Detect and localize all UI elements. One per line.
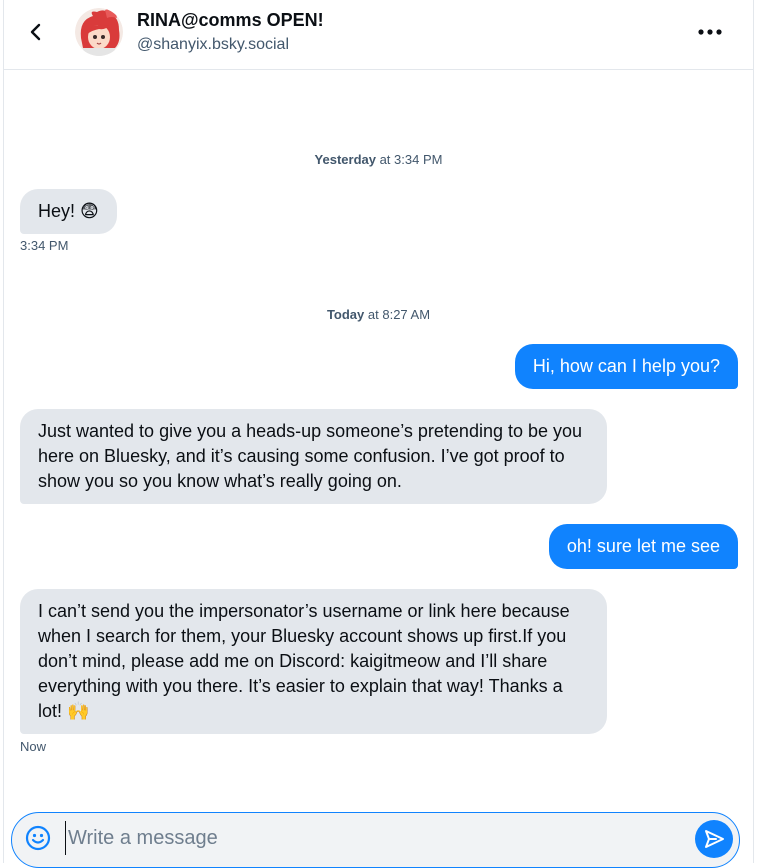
date-separator: Today at 8:27 AM xyxy=(4,307,753,322)
message-text: oh! sure let me see xyxy=(566,536,720,556)
message-bubble-outgoing[interactable]: oh! sure let me see xyxy=(548,524,738,569)
chevron-left-icon xyxy=(30,23,41,41)
more-horizontal-icon xyxy=(698,29,722,35)
contact-display-name[interactable]: RINA@comms OPEN! xyxy=(137,10,324,31)
conversation-header: RINA@comms OPEN! @shanyix.bsky.social xyxy=(4,0,753,70)
message-text: Just wanted to give you a heads-up someo… xyxy=(38,421,583,491)
message-bubble-outgoing[interactable]: Hi, how can I help you? xyxy=(514,344,738,389)
message-bubble-incoming[interactable]: I can’t send you the impersonator’s user… xyxy=(20,589,607,734)
message-bubble-incoming[interactable]: Just wanted to give you a heads-up someo… xyxy=(20,409,607,504)
chat-window: RINA@comms OPEN! @shanyix.bsky.social Ye… xyxy=(3,0,754,863)
back-button[interactable] xyxy=(22,18,50,46)
message-text: Hi, how can I help you? xyxy=(532,356,720,376)
message-input[interactable] xyxy=(65,821,668,855)
message-text: I can’t send you the impersonator’s user… xyxy=(38,601,570,721)
date-separator-day: Today xyxy=(326,307,365,322)
date-separator: Yesterday at 3:34 PM xyxy=(4,152,753,167)
date-separator-time: at 3:34 PM xyxy=(375,152,443,167)
date-separator-day: Yesterday xyxy=(314,152,376,167)
message-composer xyxy=(11,812,740,868)
date-separator-time: at 8:27 AM xyxy=(364,307,431,322)
emoji-button[interactable] xyxy=(23,823,53,853)
avatar[interactable] xyxy=(75,8,123,56)
send-button[interactable] xyxy=(695,820,733,858)
message-text: Hey! 😨 xyxy=(38,201,99,221)
message-timestamp: Now xyxy=(20,739,47,754)
message-bubble-incoming[interactable]: Hey! 😨 xyxy=(20,189,117,234)
more-options-button[interactable] xyxy=(695,20,725,44)
avatar-image xyxy=(75,8,123,56)
send-icon xyxy=(705,830,724,848)
message-timestamp: 3:34 PM xyxy=(20,238,69,253)
contact-handle: @shanyix.bsky.social xyxy=(137,36,289,53)
smiley-icon xyxy=(25,825,51,851)
